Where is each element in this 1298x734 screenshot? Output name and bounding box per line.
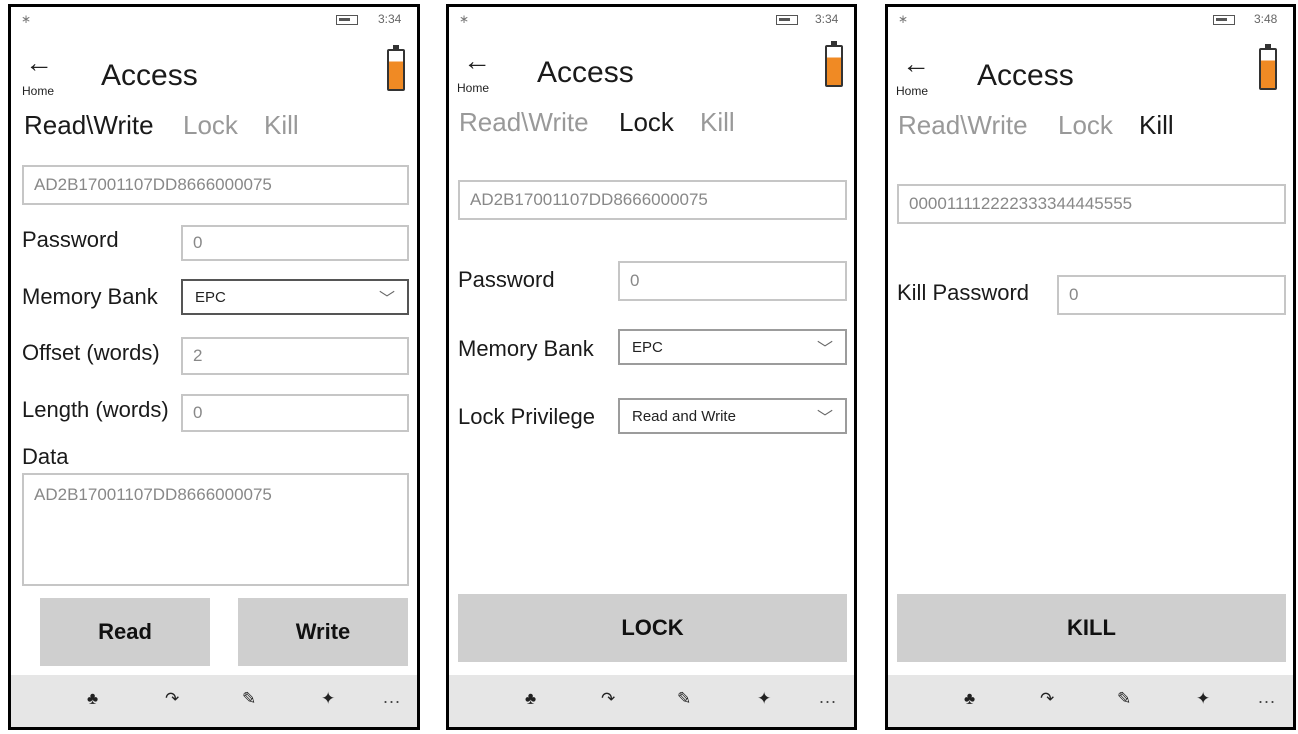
status-time: 3:48	[1254, 12, 1278, 26]
epc-field[interactable]: AD2B17001107DD8666000075	[458, 180, 847, 220]
bluetooth-icon: ∗	[459, 12, 470, 26]
data-value: AD2B17001107DD8666000075	[34, 485, 272, 504]
tab-lock[interactable]: Lock	[183, 110, 238, 141]
tab-read-write[interactable]: Read\Write	[459, 107, 589, 138]
length-input[interactable]: 0	[181, 394, 409, 432]
locate-icon[interactable]: ↷	[165, 689, 179, 709]
status-bar: ∗ 3:34	[449, 7, 854, 33]
back-arrow-icon[interactable]: ←	[902, 50, 930, 78]
epc-value: AD2B17001107DD8666000075	[470, 190, 708, 209]
epc-value: 000011112222333344445555	[909, 194, 1133, 213]
battery-level-icon	[387, 45, 405, 91]
pin-icon[interactable]: ✦	[757, 689, 771, 709]
write-icon[interactable]: ✎	[677, 689, 691, 709]
password-value: 0	[630, 271, 640, 290]
kill-password-value: 0	[1069, 285, 1079, 304]
inventory-icon[interactable]: ♣	[964, 689, 975, 709]
length-value: 0	[193, 403, 203, 422]
page-title: Access	[977, 59, 1074, 92]
battery-icon	[1213, 15, 1235, 25]
password-label: Password	[458, 267, 555, 292]
lock-privilege-select[interactable]: Read and Write ﹀	[618, 398, 847, 434]
back-arrow-icon[interactable]: ←	[25, 49, 53, 77]
battery-icon	[776, 15, 798, 25]
back-arrow-icon[interactable]: ←	[463, 47, 491, 75]
phone-screen-read-write: ∗ 3:34 ← Home Access Read\Write Lock Kil…	[8, 4, 420, 730]
page-title: Access	[537, 56, 634, 89]
page-title: Access	[101, 59, 198, 92]
tab-read-write[interactable]: Read\Write	[24, 110, 154, 141]
status-bar: ∗ 3:34	[11, 7, 417, 33]
more-options-icon[interactable]: ...	[819, 687, 837, 708]
tab-kill[interactable]: Kill	[264, 110, 299, 141]
memory-bank-value: EPC	[195, 288, 226, 306]
battery-level-icon	[825, 41, 843, 87]
status-bar: ∗ 3:48	[888, 7, 1293, 33]
bluetooth-icon: ∗	[898, 12, 909, 26]
app-bar: ♣ ↷ ✎ ✦ ...	[888, 675, 1293, 727]
app-bar: ♣ ↷ ✎ ✦ ...	[11, 675, 417, 727]
inventory-icon[interactable]: ♣	[87, 689, 98, 709]
password-label: Password	[22, 227, 119, 252]
password-input[interactable]: 0	[181, 225, 409, 261]
chevron-down-icon: ﹀	[816, 410, 833, 427]
phone-screen-kill: ∗ 3:48 ← Home Access Read\Write Lock Kil…	[885, 4, 1296, 730]
write-icon[interactable]: ✎	[1117, 689, 1131, 709]
bluetooth-icon: ∗	[21, 12, 32, 26]
memory-bank-label: Memory Bank	[22, 284, 158, 309]
data-label: Data	[22, 444, 69, 469]
epc-field[interactable]: AD2B17001107DD8666000075	[22, 165, 409, 205]
more-options-icon[interactable]: ...	[1258, 687, 1276, 708]
write-icon[interactable]: ✎	[242, 689, 256, 709]
app-bar: ♣ ↷ ✎ ✦ ...	[449, 675, 854, 727]
more-options-icon[interactable]: ...	[383, 687, 401, 708]
offset-label: Offset (words)	[22, 340, 160, 365]
tab-lock[interactable]: Lock	[619, 107, 674, 138]
memory-bank-label: Memory Bank	[458, 336, 594, 361]
tab-lock[interactable]: Lock	[1058, 110, 1113, 141]
offset-value: 2	[193, 346, 203, 365]
pin-icon[interactable]: ✦	[321, 689, 335, 709]
lock-button[interactable]: LOCK	[458, 594, 847, 662]
read-button[interactable]: Read	[40, 598, 210, 666]
battery-icon	[336, 15, 358, 25]
phone-screen-lock: ∗ 3:34 ← Home Access Read\Write Lock Kil…	[446, 4, 857, 730]
status-time: 3:34	[815, 12, 839, 26]
home-label[interactable]: Home	[896, 84, 928, 98]
memory-bank-select[interactable]: EPC ﹀	[181, 279, 409, 315]
kill-button[interactable]: KILL	[897, 594, 1286, 662]
lock-privilege-label: Lock Privilege	[458, 404, 595, 429]
tab-kill[interactable]: Kill	[1139, 110, 1174, 141]
locate-icon[interactable]: ↷	[601, 689, 615, 709]
epc-value: AD2B17001107DD8666000075	[34, 175, 272, 194]
pin-icon[interactable]: ✦	[1196, 689, 1210, 709]
home-label[interactable]: Home	[22, 84, 54, 98]
tab-read-write[interactable]: Read\Write	[898, 110, 1028, 141]
password-input[interactable]: 0	[618, 261, 847, 301]
memory-bank-select[interactable]: EPC ﹀	[618, 329, 847, 365]
locate-icon[interactable]: ↷	[1040, 689, 1054, 709]
battery-level-icon	[1259, 44, 1277, 90]
password-value: 0	[193, 233, 203, 252]
home-label[interactable]: Home	[457, 81, 489, 95]
write-button[interactable]: Write	[238, 598, 408, 666]
tab-kill[interactable]: Kill	[700, 107, 735, 138]
length-label: Length (words)	[22, 397, 169, 422]
lock-privilege-value: Read and Write	[632, 407, 736, 425]
status-time: 3:34	[378, 12, 402, 26]
offset-input[interactable]: 2	[181, 337, 409, 375]
kill-password-input[interactable]: 0	[1057, 275, 1286, 315]
inventory-icon[interactable]: ♣	[525, 689, 536, 709]
chevron-down-icon: ﹀	[816, 341, 833, 358]
epc-field[interactable]: 000011112222333344445555	[897, 184, 1286, 224]
kill-password-label: Kill Password	[897, 280, 1030, 305]
chevron-down-icon: ﹀	[378, 291, 395, 308]
memory-bank-value: EPC	[632, 338, 663, 356]
data-textarea[interactable]: AD2B17001107DD8666000075	[22, 473, 409, 586]
